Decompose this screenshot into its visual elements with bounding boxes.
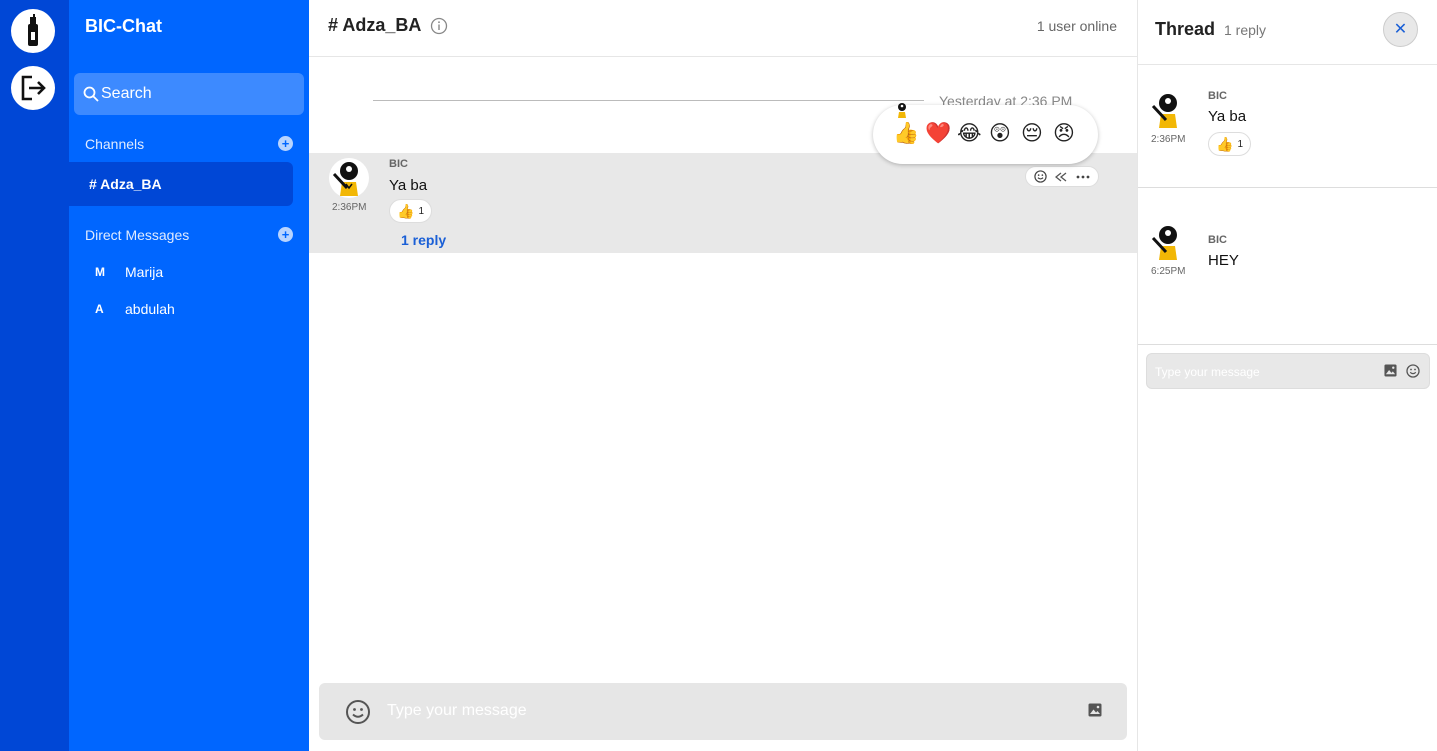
message-text: Ya ba [389,177,428,194]
emoji-picker: 👍 ❤️ 😂 😲 😔 😠 [873,103,1098,164]
dm-name: Marija [125,264,164,280]
left-rail [0,0,69,751]
message-author: BIC [1208,90,1227,102]
thread-panel: Thread 1 reply ✕ 2:36PM BIC Ya ba 👍 1 6:… [1137,0,1437,751]
emoji-icon[interactable] [1406,364,1420,378]
thread-header: Thread 1 reply ✕ [1138,0,1437,65]
thread-reply-count: 1 reply [1224,22,1267,38]
search-icon [83,86,99,102]
profile-avatar-button[interactable] [11,9,55,53]
add-direct-message-icon[interactable]: + [278,227,293,242]
message-author: BIC [1208,234,1227,246]
emoji-icon[interactable] [345,699,371,725]
more-options-icon[interactable] [1075,170,1091,184]
online-status: 1 user online [1036,18,1117,34]
message-actions-toolbar [1025,166,1099,187]
message-input[interactable] [387,698,1067,724]
dm-name: abdulah [125,301,175,317]
reaction-badge[interactable]: 👍 1 [389,199,432,223]
thread-title: Thread [1155,19,1216,39]
message-time: 2:36PM [332,202,367,213]
divider [1138,187,1437,188]
message-text: Ya ba [1208,108,1247,125]
search-input[interactable]: Search [74,73,304,115]
channels-heading: Channels [85,136,145,152]
message-author: BIC [389,158,408,170]
reaction-count: 1 [418,205,424,217]
search-label: Search [101,85,152,102]
thread-reply-link[interactable]: 1 reply [401,232,446,248]
user-avatar [1148,90,1188,130]
mini-avatar-icon [898,103,906,118]
add-reaction-icon[interactable] [1033,170,1049,184]
message-time: 6:25PM [1151,266,1186,277]
app-brand: BIC-Chat [85,16,162,36]
app-root: BIC-Chat Search Channels + # Adza_BA Dir… [0,0,1437,751]
reaction-count: 1 [1237,138,1243,150]
message-text: HEY [1208,252,1239,269]
reaction-badge[interactable]: 👍 1 [1208,132,1251,156]
logout-icon [21,75,46,101]
lighter-icon [28,14,38,46]
reply-icon[interactable] [1054,170,1070,184]
direct-messages-heading: Direct Messages [85,227,190,243]
user-avatar [1148,222,1188,262]
add-channel-icon[interactable]: + [278,136,293,151]
astonished-icon[interactable]: 😲 [989,122,1011,146]
dm-item-marija[interactable]: M Marija [95,264,163,280]
date-divider-line [373,100,924,101]
message-time: 2:36PM [1151,134,1186,145]
channel-title: # Adza_BA [328,15,422,35]
sidebar: BIC-Chat Search Channels + # Adza_BA Dir… [69,0,309,751]
logout-button[interactable] [11,66,55,110]
angry-icon[interactable]: 😠 [1053,122,1075,146]
dm-initial: M [95,265,105,279]
heart-icon[interactable]: ❤️ [925,122,951,146]
image-upload-icon[interactable] [1088,703,1102,717]
thumbs-up-icon: 👍 [397,202,415,219]
divider [1138,344,1437,345]
thread-composer [1146,353,1430,389]
dm-item-abdulah[interactable]: A abdulah [95,301,175,317]
close-icon[interactable]: ✕ [1383,12,1418,47]
message-composer [319,683,1127,740]
channel-item-adza-ba[interactable]: # Adza_BA [69,162,293,206]
thumbs-up-icon[interactable]: 👍 [893,122,919,146]
thread-message-input[interactable] [1155,362,1375,382]
channel-header: # Adza_BA 1 user online [309,0,1137,57]
image-upload-icon[interactable] [1384,364,1397,377]
user-avatar [329,158,369,198]
thumbs-up-icon: 👍 [1216,135,1234,152]
main-panel: # Adza_BA 1 user online Yesterday at 2:3… [309,0,1137,751]
message-row[interactable]: 2:36PM BIC Ya ba 👍 1 1 reply [309,153,1137,253]
info-icon[interactable] [430,17,448,35]
laughing-icon[interactable]: 😂 [957,122,982,146]
dm-initial: A [95,302,104,316]
pensive-icon[interactable]: 😔 [1021,122,1043,146]
